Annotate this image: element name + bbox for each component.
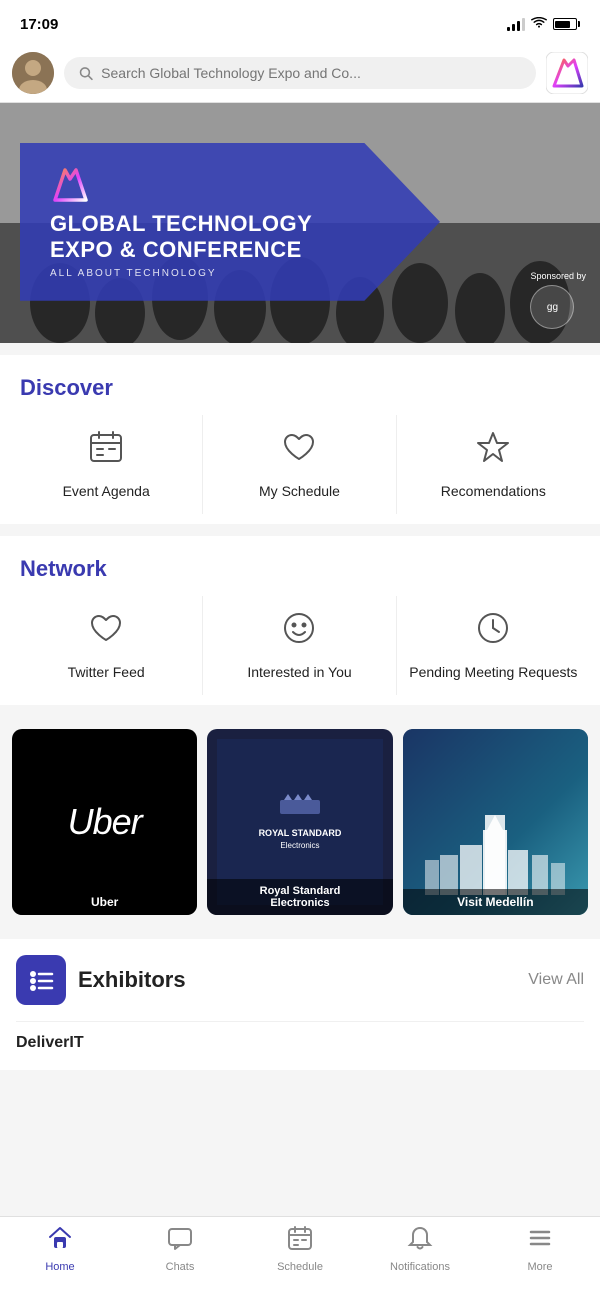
exhibitors-icon-box — [16, 955, 66, 1005]
schedule-icon — [287, 1225, 313, 1257]
discover-label-recommendations: Recomendations — [441, 482, 546, 500]
nav-home[interactable]: Home — [30, 1225, 90, 1273]
header — [0, 44, 600, 103]
exhibitor-item[interactable]: DeliverIT — [16, 1021, 584, 1064]
nav-schedule-label: Schedule — [277, 1261, 323, 1273]
status-time: 17:09 — [20, 16, 58, 33]
royal-logo-icon — [280, 792, 320, 822]
discover-item-agenda[interactable]: Event Agenda — [10, 415, 203, 514]
nav-notifications[interactable]: Notifications — [390, 1225, 450, 1273]
star-icon — [475, 429, 511, 470]
list-icon — [26, 965, 56, 995]
avatar[interactable] — [12, 52, 54, 94]
exhibitors-section: Exhibitors View All DeliverIT — [0, 939, 600, 1070]
network-label-meetings: Pending Meeting Requests — [409, 663, 577, 681]
banner-overlay: GLOBAL TECHNOLOGY EXPO & CONFERENCE ALL … — [20, 143, 440, 301]
bottom-nav: Home Chats Schedule — [0, 1216, 600, 1297]
battery-icon — [553, 18, 581, 30]
discover-item-recommendations[interactable]: Recomendations — [397, 415, 590, 514]
signal-icon — [507, 17, 525, 31]
exhibitors-header: Exhibitors View All — [16, 955, 584, 1005]
nav-chats[interactable]: Chats — [150, 1225, 210, 1273]
banner-logo — [50, 165, 90, 205]
partners-section: Uber Uber ROYAL STANDARDElectronics Roya… — [0, 717, 600, 926]
partner-medellin[interactable]: Visit Medellín — [403, 729, 588, 914]
calendar-icon — [88, 429, 124, 470]
partner-royal[interactable]: ROYAL STANDARDElectronics Royal Standard… — [207, 729, 392, 914]
status-icons — [507, 16, 581, 32]
banner-subtitle: ALL ABOUT TECHNOLOGY — [50, 268, 360, 279]
royal-logo-text: ROYAL STANDARDElectronics — [259, 828, 342, 851]
sponsor-badge: gg — [530, 285, 574, 329]
partner-uber[interactable]: Uber Uber — [12, 729, 197, 914]
discover-section: Discover Event Agenda — [0, 355, 600, 524]
heart-icon — [281, 429, 317, 470]
nav-more-label: More — [527, 1261, 552, 1273]
twitter-heart-icon — [88, 610, 124, 651]
discover-label-schedule: My Schedule — [259, 482, 340, 500]
banner: GLOBAL TECHNOLOGY EXPO & CONFERENCE ALL … — [0, 103, 600, 343]
app-logo — [546, 52, 588, 94]
network-label-twitter: Twitter Feed — [68, 663, 145, 681]
network-title: Network — [10, 556, 590, 596]
discover-grid: Event Agenda My Schedule Recomendations — [10, 415, 590, 514]
banner-title: GLOBAL TECHNOLOGY EXPO & CONFERENCE — [50, 211, 360, 264]
network-section: Network Twitter Feed Interested in You — [0, 536, 600, 705]
search-bar[interactable] — [64, 57, 536, 89]
menu-icon — [527, 1225, 553, 1257]
network-item-interested[interactable]: Interested in You — [203, 596, 396, 695]
view-all-button[interactable]: View All — [528, 971, 584, 989]
nav-home-label: Home — [45, 1261, 74, 1273]
chat-icon — [167, 1225, 193, 1257]
nav-chats-label: Chats — [166, 1261, 195, 1273]
network-item-twitter[interactable]: Twitter Feed — [10, 596, 203, 695]
exhibitor-name: DeliverIT — [16, 1034, 584, 1052]
nav-notifications-label: Notifications — [390, 1261, 450, 1273]
exhibitors-left: Exhibitors — [16, 955, 186, 1005]
partner-uber-label: Uber — [12, 889, 197, 915]
sponsored-text: Sponsored by — [530, 271, 586, 281]
discover-item-schedule[interactable]: My Schedule — [203, 415, 396, 514]
partner-medellin-label: Visit Medellín — [403, 889, 588, 915]
network-label-interested: Interested in You — [247, 663, 351, 681]
search-input[interactable] — [101, 65, 522, 81]
wifi-icon — [531, 16, 547, 32]
bell-icon — [407, 1225, 433, 1257]
smiley-icon — [281, 610, 317, 651]
nav-schedule[interactable]: Schedule — [270, 1225, 330, 1273]
status-bar: 17:09 — [0, 0, 600, 44]
clock-icon — [475, 610, 511, 651]
sponsored-section: Sponsored by gg — [530, 271, 586, 329]
nav-more[interactable]: More — [510, 1225, 570, 1273]
network-grid: Twitter Feed Interested in You — [10, 596, 590, 695]
discover-title: Discover — [10, 375, 590, 415]
exhibitors-title: Exhibitors — [78, 967, 186, 993]
network-item-meetings[interactable]: Pending Meeting Requests — [397, 596, 590, 695]
home-icon — [47, 1225, 73, 1257]
partner-royal-label: Royal Standard Electronics — [207, 879, 392, 915]
discover-label-agenda: Event Agenda — [63, 482, 150, 500]
uber-logo-text: Uber — [68, 801, 142, 843]
